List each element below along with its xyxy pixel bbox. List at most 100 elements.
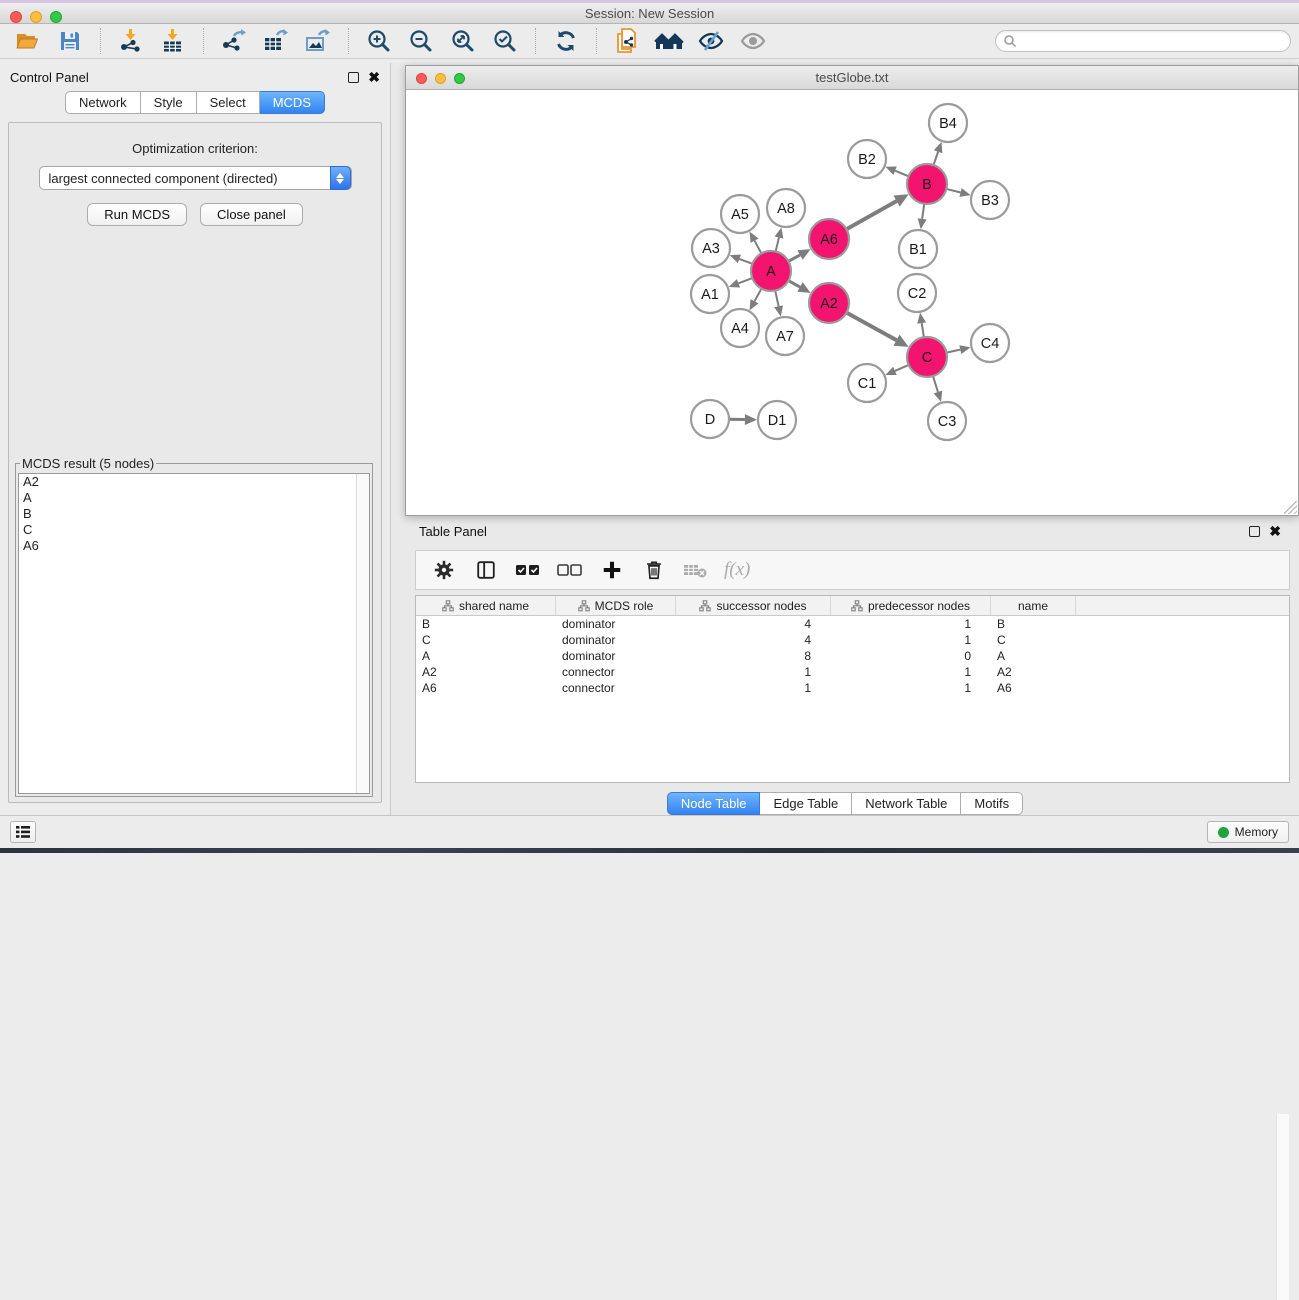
export-table-icon[interactable] <box>256 26 296 56</box>
close-table-panel-icon[interactable]: ✖ <box>1269 526 1281 537</box>
edge-C-C4[interactable] <box>947 350 961 353</box>
cell-successor-nodes[interactable]: 4 <box>676 617 831 631</box>
edge-A-A6[interactable] <box>789 255 801 261</box>
result-item[interactable]: C <box>19 522 369 538</box>
tab-edge-table[interactable]: Edge Table <box>760 792 852 815</box>
tab-network[interactable]: Network <box>65 91 141 114</box>
cell-name[interactable]: A <box>991 649 1076 663</box>
task-history-button[interactable] <box>10 821 36 843</box>
minimize-window-button[interactable] <box>30 11 42 23</box>
edge-B-B2[interactable] <box>895 171 908 177</box>
save-session-icon[interactable] <box>50 26 90 56</box>
result-item[interactable]: B <box>19 506 369 522</box>
tab-network-table[interactable]: Network Table <box>852 792 961 815</box>
column-browser-icon[interactable] <box>472 556 500 584</box>
edge-A6-B[interactable] <box>846 201 896 229</box>
result-item[interactable]: A <box>19 490 369 506</box>
table-row[interactable]: A2connector11A2 <box>416 664 1289 680</box>
edge-A-A3[interactable] <box>739 259 752 264</box>
memory-button[interactable]: Memory <box>1207 821 1289 843</box>
resize-grip-icon[interactable] <box>1284 501 1297 514</box>
result-item[interactable]: A2 <box>19 474 369 490</box>
edge-A-A1[interactable] <box>738 278 752 283</box>
edge-A2-C[interactable] <box>847 313 897 341</box>
cell-MCDS-role[interactable]: dominator <box>556 649 676 663</box>
tab-style[interactable]: Style <box>141 91 197 114</box>
edge-C-C1[interactable] <box>895 365 909 371</box>
import-network-icon[interactable] <box>111 26 151 56</box>
table-row[interactable]: Bdominator41B <box>416 616 1289 632</box>
zoom-selected-icon[interactable] <box>485 26 525 56</box>
tab-mcds[interactable]: MCDS <box>260 91 325 114</box>
deselect-all-columns-icon[interactable] <box>556 556 584 584</box>
cell-successor-nodes[interactable]: 1 <box>676 665 831 679</box>
node-table[interactable]: shared nameMCDS rolesuccessor nodesprede… <box>415 595 1290 783</box>
cell-MCDS-role[interactable]: connector <box>556 681 676 695</box>
float-table-panel-icon[interactable] <box>1249 526 1260 537</box>
cell-MCDS-role[interactable]: dominator <box>556 617 676 631</box>
zoom-in-icon[interactable] <box>359 26 399 56</box>
tab-node-table[interactable]: Node Table <box>667 792 761 815</box>
table-scrollbar[interactable] <box>1276 1114 1289 1300</box>
result-item[interactable]: A6 <box>19 538 369 554</box>
edge-B-B1[interactable] <box>922 204 924 219</box>
open-session-icon[interactable] <box>8 26 48 56</box>
zoom-out-icon[interactable] <box>401 26 441 56</box>
hide-selected-icon[interactable] <box>691 26 731 56</box>
new-network-from-selection-icon[interactable] <box>607 26 647 56</box>
cell-shared-name[interactable]: C <box>416 633 556 647</box>
network-graph[interactable]: B4B2BB3A5A8A6A3B1AA1C2A2A4A7C4CC1C3DD1 <box>406 90 1298 515</box>
cell-shared-name[interactable]: A6 <box>416 681 556 695</box>
column-header-shared-name[interactable]: shared name <box>416 596 556 615</box>
edge-B-B4[interactable] <box>934 152 939 165</box>
network-minimize-button[interactable] <box>435 73 446 84</box>
edge-B-B3[interactable] <box>946 189 960 193</box>
close-panel-icon[interactable]: ✖ <box>368 72 380 83</box>
cell-predecessor-nodes[interactable]: 1 <box>831 665 991 679</box>
search-input[interactable] <box>995 30 1291 52</box>
edge-A-A5[interactable] <box>755 241 762 254</box>
cell-MCDS-role[interactable]: dominator <box>556 633 676 647</box>
float-panel-icon[interactable] <box>348 72 359 83</box>
export-image-icon[interactable] <box>298 26 338 56</box>
cell-shared-name[interactable]: A2 <box>416 665 556 679</box>
mcds-result-list[interactable]: A2ABCA6 <box>18 473 370 794</box>
criterion-dropdown[interactable]: largest connected component (directed) <box>39 166 352 190</box>
result-scrollbar[interactable] <box>356 474 369 793</box>
close-panel-button[interactable]: Close panel <box>200 203 303 226</box>
show-all-icon[interactable] <box>733 26 773 56</box>
delete-table-icon[interactable] <box>682 556 710 584</box>
tab-select[interactable]: Select <box>197 91 260 114</box>
cell-name[interactable]: B <box>991 617 1076 631</box>
delete-column-trash-icon[interactable] <box>640 556 668 584</box>
cell-predecessor-nodes[interactable]: 1 <box>831 617 991 631</box>
refresh-icon[interactable] <box>546 26 586 56</box>
edge-A-A7[interactable] <box>775 291 778 307</box>
network-zoom-button[interactable] <box>454 73 465 84</box>
edge-A-A2[interactable] <box>789 281 801 287</box>
cell-shared-name[interactable]: B <box>416 617 556 631</box>
column-header-name[interactable]: name <box>991 596 1076 615</box>
edge-C-C2[interactable] <box>922 323 924 337</box>
export-network-icon[interactable] <box>214 26 254 56</box>
cell-successor-nodes[interactable]: 4 <box>676 633 831 647</box>
cell-successor-nodes[interactable]: 1 <box>676 681 831 695</box>
zoom-fit-icon[interactable] <box>443 26 483 56</box>
table-row[interactable]: A6connector11A6 <box>416 680 1289 696</box>
import-table-icon[interactable] <box>153 26 193 56</box>
cell-predecessor-nodes[interactable]: 1 <box>831 681 991 695</box>
edge-A-A8[interactable] <box>776 238 779 252</box>
cell-predecessor-nodes[interactable]: 0 <box>831 649 991 663</box>
column-header-MCDS-role[interactable]: MCDS role <box>556 596 676 615</box>
cell-successor-nodes[interactable]: 8 <box>676 649 831 663</box>
run-mcds-button[interactable]: Run MCDS <box>87 203 187 226</box>
cell-shared-name[interactable]: A <box>416 649 556 663</box>
close-window-button[interactable] <box>10 11 22 23</box>
tab-motifs[interactable]: Motifs <box>961 792 1023 815</box>
cell-name[interactable]: C <box>991 633 1076 647</box>
edge-C-C3[interactable] <box>933 376 938 392</box>
edge-A-A4[interactable] <box>755 289 762 302</box>
column-header-successor-nodes[interactable]: successor nodes <box>676 596 831 615</box>
zoom-window-button[interactable] <box>50 11 62 23</box>
home-icon[interactable] <box>649 26 689 56</box>
